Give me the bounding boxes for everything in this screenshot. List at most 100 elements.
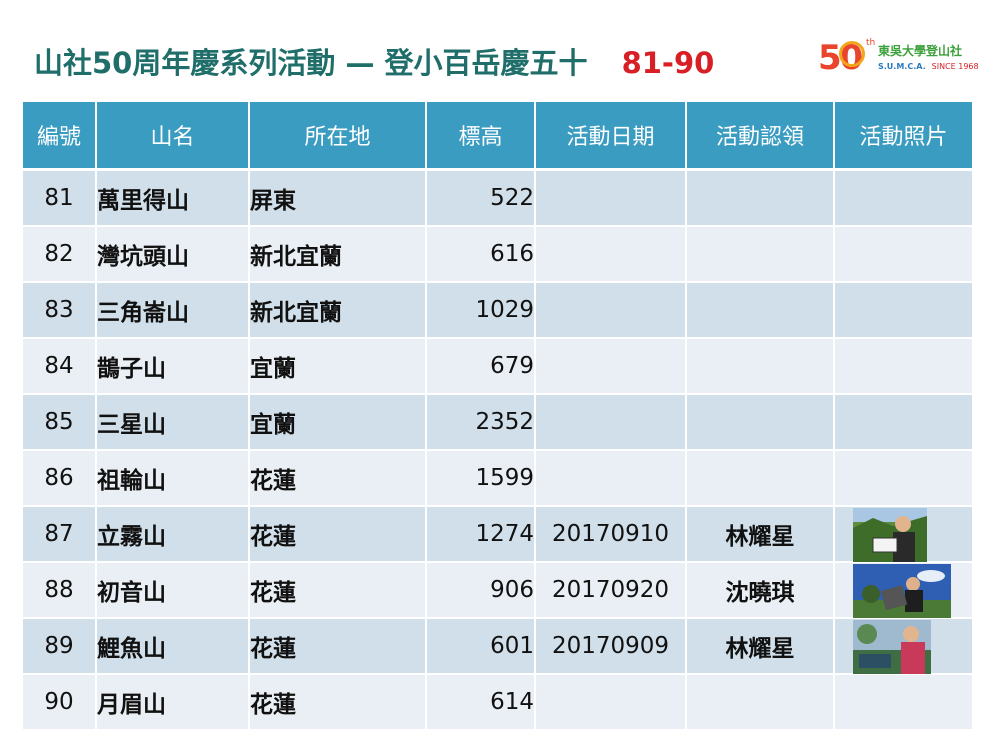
cell-location: 新北宜蘭 — [249, 226, 427, 283]
cell-location: 花蓮 — [249, 674, 427, 731]
cell-claimer — [686, 338, 835, 395]
cell-number: 82 — [23, 226, 97, 283]
header-col-date: 活動日期 — [535, 102, 687, 171]
cell-activity-date — [535, 450, 687, 507]
cell-number: 88 — [23, 562, 97, 619]
cell-height: 614 — [426, 674, 536, 731]
cell-height: 679 — [426, 338, 536, 395]
cell-activity-date — [535, 169, 687, 227]
cell-height: 1599 — [426, 450, 536, 507]
cell-activity-date: 20170909 — [535, 618, 687, 675]
cell-location: 花蓮 — [249, 450, 427, 507]
cell-height: 1029 — [426, 282, 536, 339]
cell-location: 宜蘭 — [249, 338, 427, 395]
cell-number: 87 — [23, 506, 97, 563]
page-title: 山社50周年慶系列活動 — 登小百岳慶五十 81-90 — [34, 40, 714, 82]
cell-location: 新北宜蘭 — [249, 282, 427, 339]
cell-activity-photo — [834, 674, 974, 731]
cell-claimer: 林耀星 — [686, 618, 835, 675]
cell-activity-date — [535, 226, 687, 283]
cell-height: 1274 — [426, 506, 536, 563]
logo-english-abbr: S.U.M.C.A. — [878, 62, 926, 71]
cell-claimer — [686, 394, 835, 451]
logo-since: SINCE 1968 — [931, 62, 979, 71]
activity-photo-thumbnail[interactable] — [853, 564, 951, 618]
table-row: 81 萬里得山 屏東 522 — [23, 169, 974, 227]
cell-location: 花蓮 — [249, 506, 427, 563]
cell-activity-date — [535, 282, 687, 339]
title-main: 山社50周年慶系列活動 — 登小百岳慶五十 — [34, 46, 588, 80]
cell-claimer: 沈曉琪 — [686, 562, 835, 619]
logo-ring-icon — [839, 41, 865, 67]
cell-mountain-name: 三角崙山 — [96, 282, 250, 339]
cell-activity-photo — [834, 169, 974, 227]
cell-location: 屏東 — [249, 169, 427, 227]
table-body: 81 萬里得山 屏東 522 82 灣坑頭山 新北宜蘭 616 83 三角崙山 新北宜蘭 1029 84… — [23, 169, 974, 731]
cell-location: 花蓮 — [249, 618, 427, 675]
cell-claimer: 林耀星 — [686, 506, 835, 563]
cell-activity-photo — [834, 226, 974, 283]
cell-mountain-name: 祖輪山 — [96, 450, 250, 507]
cell-mountain-name: 灣坑頭山 — [96, 226, 250, 283]
cell-mountain-name: 鯉魚山 — [96, 618, 250, 675]
table-row: 84 鵲子山 宜蘭 679 — [23, 338, 974, 395]
cell-claimer — [686, 450, 835, 507]
header-col-no: 編號 — [23, 102, 97, 171]
logo-english-name: S.U.M.C.A. SINCE 1968 — [878, 62, 979, 71]
cell-height: 906 — [426, 562, 536, 619]
cell-claimer — [686, 282, 835, 339]
cell-mountain-name: 三星山 — [96, 394, 250, 451]
cell-number: 90 — [23, 674, 97, 731]
cell-claimer — [686, 226, 835, 283]
cell-mountain-name: 月眉山 — [96, 674, 250, 731]
cell-height: 601 — [426, 618, 536, 675]
cell-activity-photo — [834, 562, 974, 619]
cell-mountain-name: 萬里得山 — [96, 169, 250, 227]
cell-number: 85 — [23, 394, 97, 451]
cell-number: 83 — [23, 282, 97, 339]
cell-number: 84 — [23, 338, 97, 395]
cell-activity-date: 20170910 — [535, 506, 687, 563]
cell-activity-date — [535, 674, 687, 731]
cell-mountain-name: 立霧山 — [96, 506, 250, 563]
activity-photo-thumbnail[interactable] — [853, 620, 931, 674]
header-col-height: 標高 — [426, 102, 536, 171]
cell-activity-photo — [834, 450, 974, 507]
table-row: 82 灣坑頭山 新北宜蘭 616 — [23, 226, 974, 283]
cell-activity-photo — [834, 618, 974, 675]
activity-photo-thumbnail[interactable] — [853, 508, 927, 562]
cell-number: 86 — [23, 450, 97, 507]
table-row: 86 祖輪山 花蓮 1599 — [23, 450, 974, 507]
header-col-claimer: 活動認領 — [686, 102, 835, 171]
cell-activity-date — [535, 394, 687, 451]
header-col-location: 所在地 — [249, 102, 427, 171]
table-row: 85 三星山 宜蘭 2352 — [23, 394, 974, 451]
mountain-table: 編號 山名 所在地 標高 活動日期 活動認領 活動照片 81 萬里得山 屏東 522 82 灣坑頭山新… — [23, 102, 974, 731]
table-row: 89 鯉魚山 花蓮 601 20170909 林耀星 — [23, 618, 974, 675]
cell-activity-date — [535, 338, 687, 395]
table-header: 編號 山名 所在地 標高 活動日期 活動認領 活動照片 — [23, 102, 974, 171]
cell-location: 花蓮 — [249, 562, 427, 619]
cell-activity-photo — [834, 506, 974, 563]
logo-chinese-name: 東吳大學登山社 — [878, 44, 963, 58]
logo-superscript: th — [866, 38, 876, 48]
table-row: 87 立霧山 花蓮 1274 20170910 林耀星 — [23, 506, 974, 563]
cell-activity-photo — [834, 282, 974, 339]
cell-claimer — [686, 674, 835, 731]
header-col-name: 山名 — [96, 102, 250, 171]
cell-activity-date: 20170920 — [535, 562, 687, 619]
title-range: 81-90 — [621, 46, 715, 80]
table-row: 88 初音山 花蓮 906 20170920 沈曉琪 — [23, 562, 974, 619]
club-logo: 50 th 東吳大學登山社 S.U.M.C.A. SINCE 1968 — [818, 38, 979, 78]
cell-number: 89 — [23, 618, 97, 675]
cell-height: 616 — [426, 226, 536, 283]
header-col-photo: 活動照片 — [834, 102, 974, 171]
cell-mountain-name: 鵲子山 — [96, 338, 250, 395]
cell-mountain-name: 初音山 — [96, 562, 250, 619]
cell-activity-photo — [834, 338, 974, 395]
table-row: 90 月眉山 花蓮 614 — [23, 674, 974, 731]
cell-height: 522 — [426, 169, 536, 227]
cell-activity-photo — [834, 394, 974, 451]
cell-location: 宜蘭 — [249, 394, 427, 451]
cell-number: 81 — [23, 169, 97, 227]
